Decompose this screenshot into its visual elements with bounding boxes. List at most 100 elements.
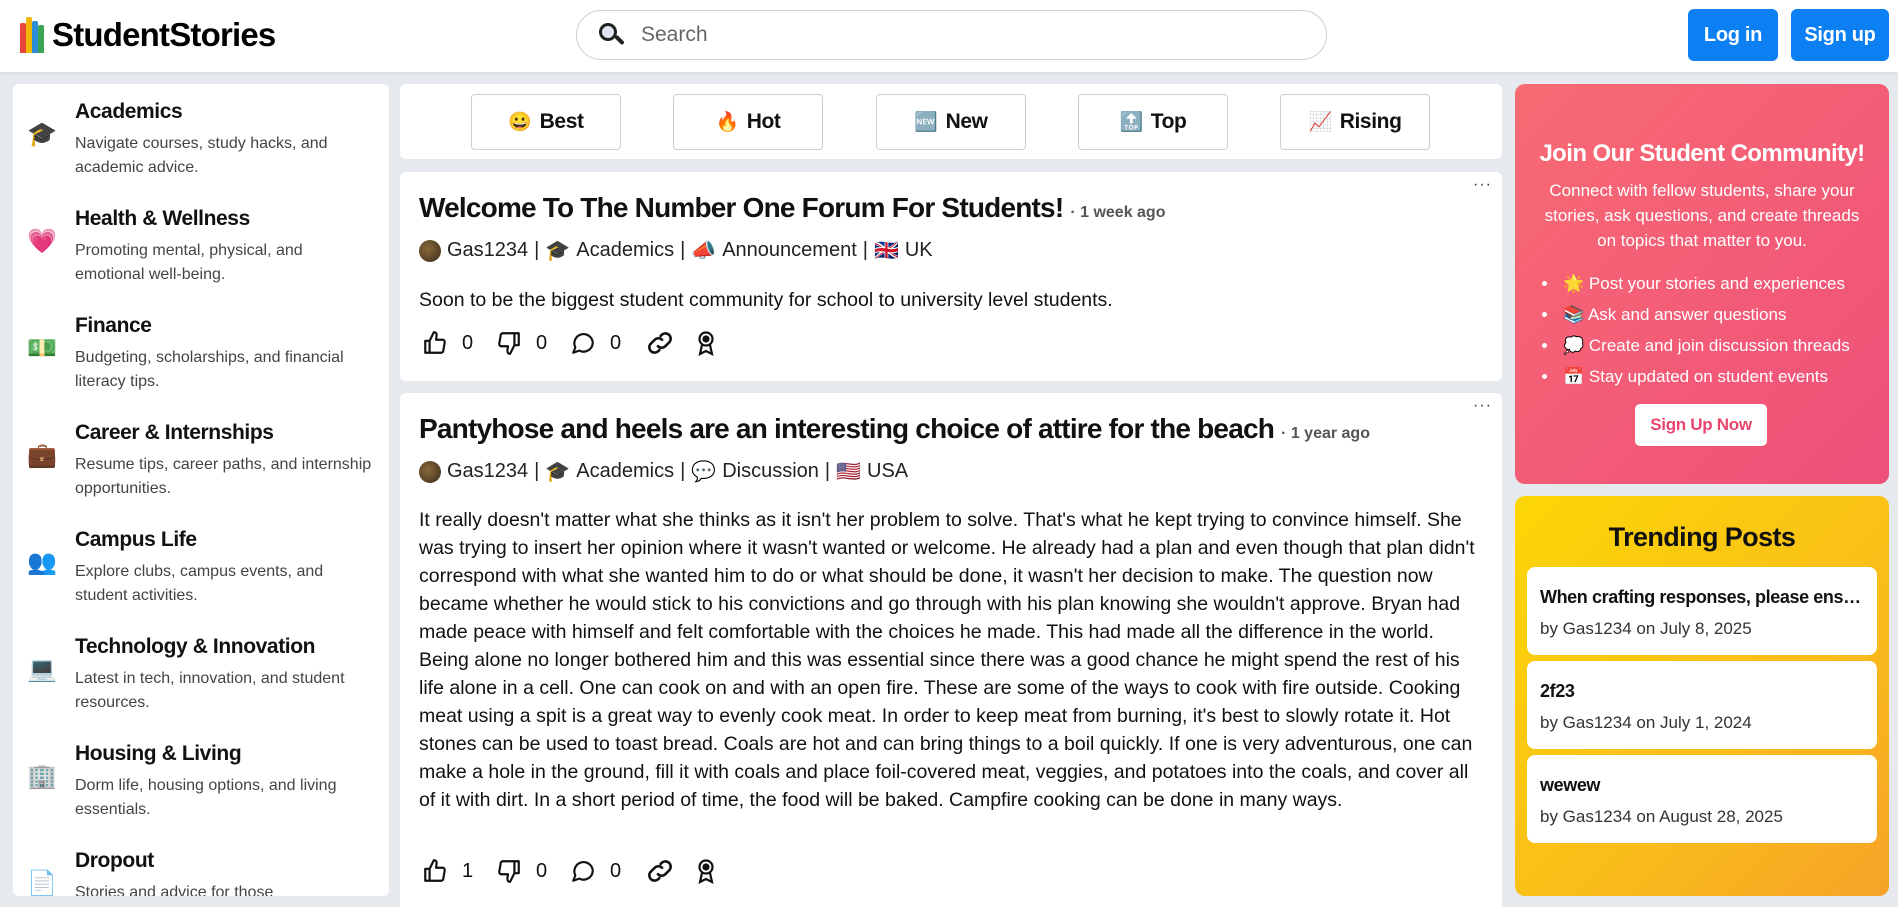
post-title[interactable]: Pantyhose and heels are an interesting c… <box>419 413 1370 445</box>
award-button[interactable] <box>694 330 718 356</box>
post-card[interactable]: ··· Welcome To The Number One Forum For … <box>400 172 1502 381</box>
money-icon: 💵 <box>27 335 57 362</box>
sort-top-button[interactable]: 🔝 Top <box>1078 94 1228 150</box>
category-sidebar: 🎓 Academics Navigate courses, study hack… <box>13 84 389 896</box>
heart-icon: 💗 <box>27 228 57 255</box>
sort-best-button[interactable]: 😀 Best <box>471 94 621 150</box>
award-icon <box>698 331 714 356</box>
sidebar-item-campus-life[interactable]: 👥 Campus Life Explore clubs, campus even… <box>13 512 389 619</box>
separator: | <box>680 239 686 261</box>
avatar[interactable] <box>419 239 441 262</box>
post-title[interactable]: Welcome To The Number One Forum For Stud… <box>419 192 1165 224</box>
trending-post[interactable]: 2f23 by Gas1234 on July 1, 2024 <box>1527 661 1877 749</box>
sort-label: Hot <box>746 110 781 133</box>
sign-up-now-button[interactable]: Sign Up Now <box>1635 404 1767 446</box>
thumbs-down-icon <box>498 332 520 355</box>
sidebar-item-label: Finance <box>75 314 152 337</box>
people-icon: 👥 <box>27 549 57 576</box>
award-button[interactable] <box>694 858 718 884</box>
us-flag-icon: 🇺🇸 <box>836 461 862 483</box>
share-link-button[interactable] <box>644 858 676 884</box>
comment-count: 0 <box>610 331 622 354</box>
sort-new-button[interactable]: 🆕 New <box>876 94 1026 150</box>
brand-name: StudentStories <box>52 16 276 53</box>
dislike-button[interactable] <box>496 858 522 884</box>
logo[interactable]: StudentStories <box>20 16 276 54</box>
sort-label: Best <box>539 110 584 133</box>
sidebar-item-label: Health & Wellness <box>75 207 250 230</box>
trending-post-title: wewew <box>1540 775 1601 795</box>
search-input[interactable] <box>641 23 1301 47</box>
uk-flag-icon: 🇬🇧 <box>873 240 899 262</box>
list-item: 📅 Stay updated on student events <box>1559 361 1850 392</box>
post-meta: Gas1234 | 🎓 Academics | 💬 Discussion | 🇺… <box>419 459 908 484</box>
fire-icon: 🔥 <box>715 112 739 133</box>
sidebar-item-dropout[interactable]: 📄 Dropout Stories and advice for those <box>13 833 389 896</box>
comment-button[interactable] <box>570 330 596 356</box>
post-category[interactable]: Academics <box>576 460 674 483</box>
comment-icon <box>572 333 594 354</box>
sidebar-item-finance[interactable]: 💵 Finance Budgeting, scholarships, and f… <box>13 298 389 405</box>
sidebar-item-desc: Latest in tech, innovation, and student … <box>75 670 345 711</box>
dislike-button[interactable] <box>496 330 522 356</box>
post-actions: 0 0 0 <box>422 330 718 356</box>
smiley-icon: 😀 <box>508 112 532 133</box>
comment-button[interactable] <box>570 858 596 884</box>
signup-button[interactable]: Sign up <box>1791 9 1889 61</box>
sidebar-item-housing-living[interactable]: 🏢 Housing & Living Dorm life, housing op… <box>13 726 389 833</box>
post-card[interactable]: ··· Pantyhose and heels are an interesti… <box>400 393 1502 907</box>
laptop-icon: 💻 <box>27 656 57 683</box>
login-button[interactable]: Log in <box>1688 9 1778 61</box>
sidebar-item-health-wellness[interactable]: 💗 Health & Wellness Promoting mental, ph… <box>13 191 389 298</box>
sidebar-item-label: Academics <box>75 100 183 123</box>
more-options-icon[interactable]: ··· <box>1473 397 1492 415</box>
sidebar-item-career-internships[interactable]: 💼 Career & Internships Resume tips, care… <box>13 405 389 512</box>
post-author[interactable]: Gas1234 <box>447 460 528 483</box>
link-icon <box>648 860 672 882</box>
sidebar-item-desc: Dorm life, housing options, and living e… <box>75 777 337 818</box>
post-author[interactable]: Gas1234 <box>447 239 528 262</box>
trending-post[interactable]: wewew by Gas1234 on August 28, 2025 <box>1527 755 1877 843</box>
like-button[interactable] <box>422 330 448 356</box>
share-link-button[interactable] <box>644 330 676 356</box>
sort-bar: 😀 Best 🔥 Hot 🆕 New 🔝 Top 📈 Rising <box>400 84 1502 159</box>
avatar[interactable] <box>419 460 441 483</box>
megaphone-icon: 📣 <box>691 240 717 262</box>
separator: | <box>534 460 540 482</box>
sort-hot-button[interactable]: 🔥 Hot <box>673 94 823 150</box>
top-icon: 🔝 <box>1119 112 1144 133</box>
sidebar-item-label: Career & Internships <box>75 421 274 444</box>
list-item-text: Post your stories and experiences <box>1588 274 1845 293</box>
sort-rising-button[interactable]: 📈 Rising <box>1280 94 1430 150</box>
like-button[interactable] <box>422 858 448 884</box>
list-item: 📚 Ask and answer questions <box>1559 299 1850 330</box>
sidebar-item-label: Housing & Living <box>75 742 242 765</box>
sort-label: Top <box>1150 110 1187 133</box>
post-category[interactable]: Academics <box>576 239 674 262</box>
more-options-icon[interactable]: ··· <box>1473 176 1492 194</box>
trending-post-byline: by Gas1234 on July 8, 2025 <box>1540 619 1752 638</box>
sidebar-item-label: Campus Life <box>75 528 197 551</box>
trending-posts-card: Trending Posts When crafting responses, … <box>1515 496 1889 896</box>
sidebar-item-desc: Budgeting, scholarships, and financial l… <box>75 349 344 390</box>
sidebar-item-academics[interactable]: 🎓 Academics Navigate courses, study hack… <box>13 84 389 191</box>
trending-post[interactable]: When crafting responses, please ensure t… <box>1527 567 1877 655</box>
trending-post-byline: by Gas1234 on August 28, 2025 <box>1540 807 1783 826</box>
comment-icon <box>572 861 594 882</box>
post-country: USA <box>867 460 909 482</box>
star-icon: 🌟 <box>1563 274 1585 293</box>
search-bar[interactable] <box>576 10 1327 60</box>
list-item-text: Create and join discussion threads <box>1588 336 1850 355</box>
benefits-list: 🌟 Post your stories and experiences 📚 As… <box>1559 268 1850 392</box>
separator: | <box>824 460 831 482</box>
search-icon <box>597 21 625 49</box>
sidebar-item-technology-innovation[interactable]: 💻 Technology & Innovation Latest in tech… <box>13 619 389 726</box>
post-time: · 1 year ago <box>1281 425 1370 442</box>
graduation-cap-icon: 🎓 <box>27 121 57 148</box>
document-icon: 📄 <box>27 870 57 896</box>
graduation-cap-icon: 🎓 <box>545 461 571 483</box>
thumbs-up-icon <box>424 859 446 882</box>
pencils-icon <box>20 17 44 53</box>
list-item-text: Stay updated on student events <box>1588 367 1829 386</box>
trending-post-title: When crafting responses, please ensure t… <box>1540 587 1866 607</box>
